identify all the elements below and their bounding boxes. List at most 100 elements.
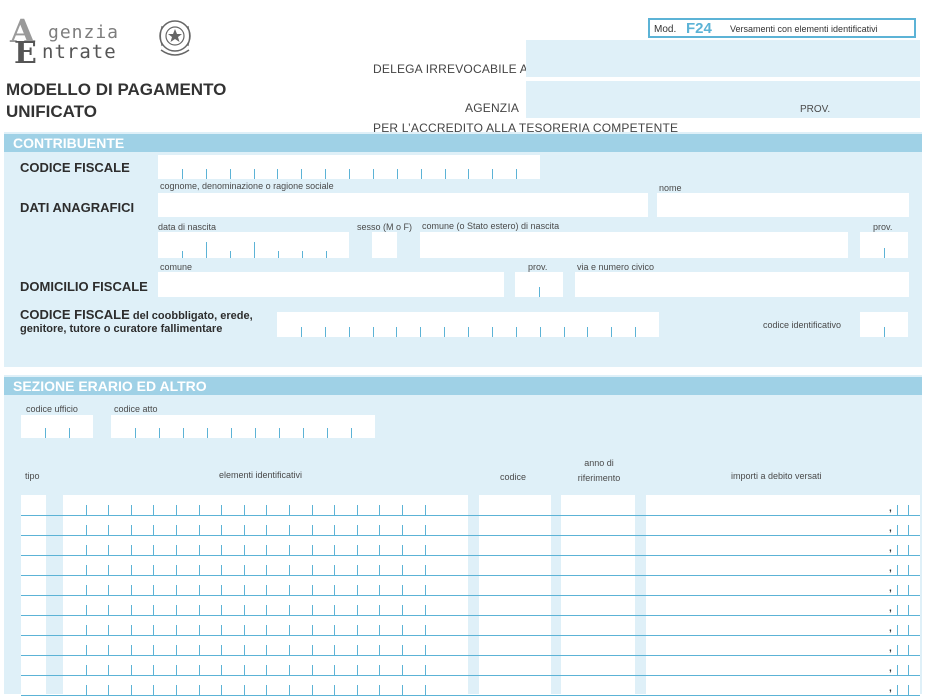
cell-divider xyxy=(45,428,46,438)
cell-divider xyxy=(402,665,403,675)
codice-atto-input[interactable] xyxy=(111,415,375,438)
cell-divider xyxy=(425,545,426,555)
codice-fiscale-input[interactable] xyxy=(158,155,540,179)
cell-divider xyxy=(131,665,132,675)
cognome-input[interactable] xyxy=(158,193,648,217)
cell-divider xyxy=(425,525,426,535)
cell-divider xyxy=(221,545,222,555)
row-divider xyxy=(21,535,920,536)
cell-divider xyxy=(897,605,898,615)
cell-divider xyxy=(221,605,222,615)
cell-divider xyxy=(244,605,245,615)
cell-divider xyxy=(176,565,177,575)
cell-divider xyxy=(379,625,380,635)
agenzia-field[interactable] xyxy=(526,81,920,118)
cell-divider xyxy=(444,327,445,337)
cell-divider xyxy=(379,525,380,535)
data-nascita-input[interactable] xyxy=(158,232,349,258)
cell-divider xyxy=(334,625,335,635)
cell-divider xyxy=(289,565,290,575)
col-codice-label: codice xyxy=(500,472,527,482)
cell-divider xyxy=(908,545,909,555)
cell-divider xyxy=(131,585,132,595)
coobbligato-label-line2: genitore, tutore o curatore fallimentare xyxy=(20,323,223,335)
cell-divider xyxy=(425,565,426,575)
cell-divider xyxy=(108,525,109,535)
cell-divider xyxy=(176,505,177,515)
cell-divider xyxy=(325,327,326,337)
cell-divider xyxy=(199,665,200,675)
cell-divider xyxy=(897,665,898,675)
comune-input[interactable] xyxy=(158,272,504,297)
cell-divider xyxy=(897,585,898,595)
form-title: MODELLO DI PAGAMENTO UNIFICATO xyxy=(6,79,226,123)
prov-domicilio-input[interactable] xyxy=(515,272,563,297)
sesso-input[interactable] xyxy=(372,232,397,258)
cell-divider xyxy=(221,505,222,515)
cell-divider xyxy=(199,565,200,575)
cell-divider xyxy=(327,428,328,438)
domicilio-fiscale-label: DOMICILIO FISCALE xyxy=(20,279,148,294)
cell-divider xyxy=(897,525,898,535)
decimal-separator: , xyxy=(889,523,892,534)
nome-input[interactable] xyxy=(657,193,909,217)
cognome-label: cognome, denominazione o ragione sociale xyxy=(160,181,334,191)
codice-atto-label: codice atto xyxy=(114,404,158,414)
cell-divider xyxy=(302,251,303,258)
decimal-separator: , xyxy=(889,563,892,574)
cell-divider xyxy=(908,565,909,575)
cell-divider xyxy=(108,565,109,575)
prov-nascita-input[interactable] xyxy=(860,232,908,258)
cell-divider xyxy=(266,505,267,515)
cell-divider xyxy=(131,625,132,635)
cell-divider xyxy=(357,525,358,535)
cell-divider xyxy=(564,327,565,337)
codice-identificativo-label: codice identificativo xyxy=(763,320,842,330)
cell-divider xyxy=(206,169,207,179)
cell-divider xyxy=(379,565,380,575)
cell-divider xyxy=(176,625,177,635)
via-input[interactable] xyxy=(575,272,909,297)
cell-divider xyxy=(357,665,358,675)
delega-label: DELEGA IRREVOCABILE A: xyxy=(373,62,532,76)
cell-divider xyxy=(357,545,358,555)
cell-divider xyxy=(312,565,313,575)
cell-divider xyxy=(897,625,898,635)
decimal-separator: , xyxy=(889,503,892,514)
cell-divider xyxy=(884,248,885,258)
nome-label: nome xyxy=(659,183,682,193)
row-divider xyxy=(21,575,920,576)
cell-divider xyxy=(266,545,267,555)
cell-divider xyxy=(199,605,200,615)
cell-divider xyxy=(266,625,267,635)
cell-divider xyxy=(277,169,278,179)
cell-divider xyxy=(312,525,313,535)
cell-divider xyxy=(108,585,109,595)
codice-identificativo-input[interactable] xyxy=(860,312,908,337)
cell-divider xyxy=(349,169,350,179)
codice-fiscale-coobbligato-input[interactable] xyxy=(277,312,659,337)
row-divider xyxy=(21,595,920,596)
cell-divider xyxy=(153,545,154,555)
row-divider xyxy=(21,515,920,516)
cell-divider xyxy=(334,525,335,535)
cell-divider xyxy=(908,525,909,535)
cell-divider xyxy=(86,565,87,575)
cell-divider xyxy=(131,505,132,515)
comune-nascita-input[interactable] xyxy=(420,232,848,258)
form-title-line1: MODELLO DI PAGAMENTO xyxy=(6,80,227,99)
coobbligato-label: CODICE FISCALE del coobbligato, erede, g… xyxy=(20,308,253,336)
delega-bank-field[interactable] xyxy=(526,40,920,77)
cell-divider xyxy=(402,605,403,615)
codice-ufficio-input[interactable] xyxy=(21,415,93,438)
cell-divider xyxy=(289,585,290,595)
prov-nascita-label: prov. xyxy=(873,222,893,232)
cell-divider xyxy=(131,565,132,575)
cell-divider xyxy=(86,605,87,615)
cell-divider xyxy=(244,565,245,575)
cell-divider xyxy=(221,665,222,675)
cell-divider xyxy=(402,625,403,635)
col-importi-label: importi a debito versati xyxy=(731,471,822,481)
cell-divider xyxy=(540,327,541,337)
cell-divider xyxy=(396,327,397,337)
